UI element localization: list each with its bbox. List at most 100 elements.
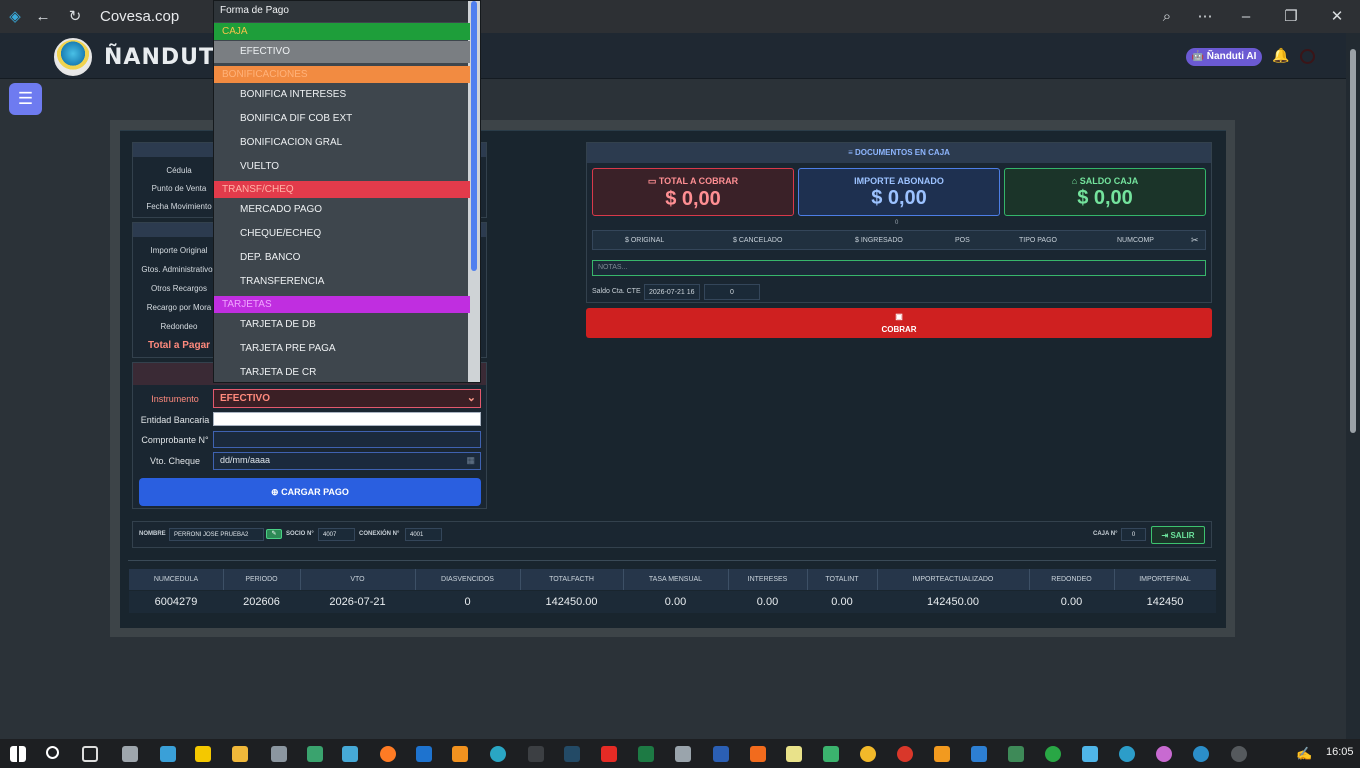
taskbar-app-icon[interactable]	[160, 746, 176, 762]
taskbar-app-icon[interactable]	[750, 746, 766, 762]
pen-icon[interactable]: ✍	[1296, 746, 1312, 762]
folder-icon[interactable]	[232, 746, 248, 762]
option-bonifica-intereses[interactable]: BONIFICA INTERESES	[214, 84, 470, 106]
zoom-icon[interactable]: ⌕	[1158, 8, 1176, 26]
task-view-icon[interactable]	[82, 746, 98, 762]
address-bar[interactable]: Covesa.cop	[100, 8, 179, 25]
nombre-field[interactable]: PERRONI JOSE PRUEBA2	[169, 528, 264, 541]
taskbar-app-icon[interactable]	[675, 746, 691, 762]
notas-input[interactable]: NOTAS...	[592, 260, 1206, 276]
importe-original-label: Importe Original	[150, 246, 208, 255]
youtube-icon[interactable]	[601, 746, 617, 762]
saldo-caja-card: ⌂ SALDO CAJA $ 0,00	[1004, 168, 1206, 216]
total-pagar-label: Total a Pagar	[147, 340, 211, 351]
cedula-label: Cédula	[166, 166, 192, 175]
option-efectivo[interactable]: EFECTIVO	[214, 41, 470, 63]
start-icon[interactable]	[10, 746, 26, 762]
restore-icon[interactable]: ❐	[1282, 8, 1300, 26]
documents-count: 0	[895, 220, 899, 226]
covesa-logo	[54, 38, 92, 76]
taskbar-app-icon[interactable]	[1156, 746, 1172, 762]
taskbar-app-icon[interactable]	[860, 746, 876, 762]
table-row[interactable]: 6004279 202606 2026-07-21 0 142450.00 0.…	[129, 591, 1216, 613]
option-tarjeta-cr[interactable]: TARJETA DE CR	[214, 362, 470, 382]
whatsapp-icon[interactable]	[1045, 746, 1061, 762]
option-bonifica-dif-cob-ext[interactable]: BONIFICA DIF COB EXT	[214, 108, 470, 130]
option-tarjeta-pre-paga[interactable]: TARJETA PRE PAGA	[214, 338, 470, 360]
caja-field[interactable]: 0	[1121, 528, 1146, 541]
back-icon[interactable]: ←	[34, 8, 52, 26]
excel-icon[interactable]	[638, 746, 654, 762]
taskbar-app-icon[interactable]	[307, 746, 323, 762]
documents-panel	[586, 142, 1212, 303]
option-bonificacion-gral[interactable]: BONIFICACION GRAL	[214, 132, 470, 154]
taskbar-app-icon[interactable]	[122, 746, 138, 762]
otros-recargos-label: Otros Recargos	[150, 284, 208, 293]
search-icon[interactable]	[46, 746, 59, 759]
cargar-pago-button[interactable]: ⊕ CARGAR PAGO	[139, 478, 481, 506]
option-cheque-echeq[interactable]: CHEQUE/ECHEQ	[214, 223, 470, 245]
cobrar-button[interactable]: ▣ COBRAR	[586, 308, 1212, 338]
redondeo-label: Redondeo	[160, 322, 198, 331]
vto-cheque-input[interactable]: dd/mm/aaaa ▦	[213, 452, 481, 470]
instrumento-select[interactable]: EFECTIVO ⌄	[213, 389, 481, 408]
taskbar-app-icon[interactable]	[564, 746, 580, 762]
taskbar-app-icon[interactable]	[1082, 746, 1098, 762]
tools-icon[interactable]: ✂	[1191, 235, 1199, 246]
notepad-icon[interactable]	[786, 746, 802, 762]
close-icon[interactable]: ✕	[1328, 8, 1346, 26]
dropdown-title: Forma de Pago	[214, 1, 470, 22]
edge-icon[interactable]	[1193, 746, 1209, 762]
taskbar-app-icon[interactable]	[823, 746, 839, 762]
minimize-icon[interactable]: –	[1237, 8, 1255, 26]
firefox-icon[interactable]	[380, 746, 396, 762]
divider	[128, 560, 1216, 561]
caja-label: CAJA N°	[1093, 531, 1118, 537]
taskbar-app-icon[interactable]	[934, 746, 950, 762]
nanduti-ai-button[interactable]: 🤖 Ñanduti AI	[1186, 48, 1262, 66]
saldo-date-field[interactable]: 2026-07-21 16	[644, 284, 700, 300]
group-bonificaciones: BONIFICACIONES	[214, 66, 470, 83]
outlook-icon[interactable]	[416, 746, 432, 762]
calendar-icon[interactable]: ▦	[466, 455, 475, 466]
refresh-icon[interactable]: ↻	[66, 8, 84, 26]
option-vuelto[interactable]: VUELTO	[214, 156, 470, 178]
powerpoint-icon[interactable]	[897, 746, 913, 762]
instrumento-label: Instrumento	[151, 394, 199, 404]
money-icon: ▣	[895, 312, 903, 321]
saldo-cta-label: Saldo Cta. CTE	[592, 288, 641, 295]
edge-icon[interactable]	[490, 746, 506, 762]
taskbar-app-icon[interactable]	[1008, 746, 1024, 762]
taskbar-app-icon[interactable]	[528, 746, 544, 762]
entidad-bancaria-select[interactable]	[213, 412, 481, 426]
saldo-value-field[interactable]: 0	[704, 284, 760, 300]
forma-pago-dropdown[interactable]: Forma de Pago CAJA EFECTIVO BONIFICACION…	[213, 0, 481, 383]
conexion-label: CONEXIÓN N°	[359, 531, 400, 537]
browser-toolbar: ◈ ← ↻ Covesa.cop ⌕ ⋯ – ❐ ✕	[0, 0, 1360, 33]
taskbar-app-icon[interactable]	[1231, 746, 1247, 762]
total-cobrar-value: $ 0,00	[665, 188, 721, 210]
calculator-icon[interactable]	[271, 746, 287, 762]
taskbar-app-icon[interactable]	[195, 746, 211, 762]
option-transferencia[interactable]: TRANSFERENCIA	[214, 271, 470, 293]
taskbar-app-icon[interactable]	[342, 746, 358, 762]
comprobante-input[interactable]	[213, 431, 481, 448]
page-scrollbar[interactable]	[1346, 33, 1360, 739]
option-tarjeta-db[interactable]: TARJETA DE DB	[214, 314, 470, 336]
vscode-icon[interactable]	[971, 746, 987, 762]
edit-client-icon[interactable]: ✎	[266, 529, 282, 539]
conexion-field[interactable]: 4001	[405, 528, 442, 541]
option-mercado-pago[interactable]: MERCADO PAGO	[214, 199, 470, 221]
socio-field[interactable]: 4007	[318, 528, 355, 541]
word-icon[interactable]	[713, 746, 729, 762]
taskbar-app-icon[interactable]	[452, 746, 468, 762]
saldo-caja-value: $ 0,00	[1077, 187, 1133, 209]
taskbar-app-icon[interactable]	[1119, 746, 1135, 762]
option-dep-banco[interactable]: DEP. BANCO	[214, 247, 470, 269]
bank-icon: ⌂	[1071, 176, 1080, 186]
bell-icon[interactable]: 🔔	[1272, 47, 1289, 65]
more-icon[interactable]: ⋯	[1196, 8, 1214, 26]
gtos-admin-label: Gtos. Administrativos	[141, 265, 217, 274]
salir-button[interactable]: ⇥ SALIR	[1151, 526, 1205, 544]
hamburger-menu-icon[interactable]: ☰	[9, 83, 42, 115]
